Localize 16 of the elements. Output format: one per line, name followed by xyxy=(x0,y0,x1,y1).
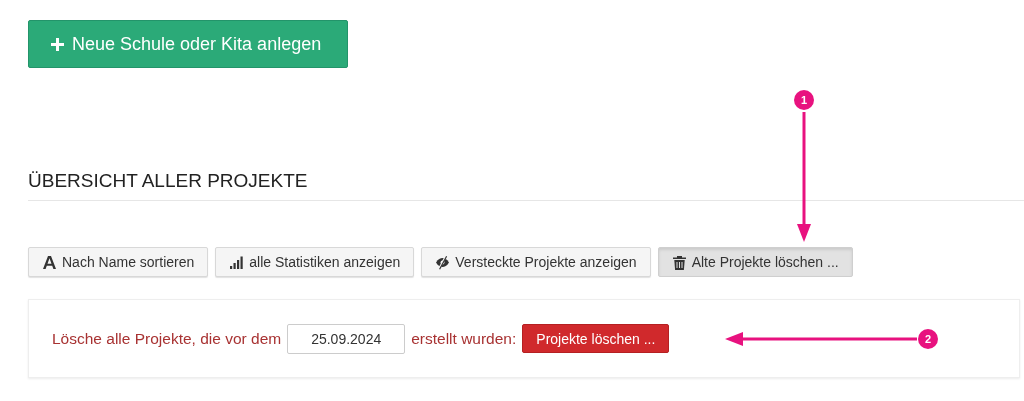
toolbar-button[interactable]: Nach Name sortieren xyxy=(28,247,209,277)
panel-text: Lösche alle Projekte, die vor dem xyxy=(52,329,282,348)
section-title: ÜBERSICHT ALLER PROJEKTE xyxy=(28,169,309,193)
plus-icon xyxy=(51,37,64,51)
signal-bars-icon xyxy=(229,254,245,270)
panel-text: erstellt wurden: xyxy=(411,329,517,348)
date-field[interactable]: 25.09.2024 xyxy=(287,323,406,354)
step-badge: 1 xyxy=(794,90,814,110)
eye-slash-icon xyxy=(435,254,451,270)
toolbar-button[interactable]: Versteckte Projekte anzeigen xyxy=(421,247,651,277)
font-icon xyxy=(42,254,57,270)
delete-button[interactable]: Projekte löschen ... xyxy=(522,324,670,353)
toolbar-button[interactable]: Alte Projekte löschen ... xyxy=(657,247,853,277)
toolbar-button[interactable]: alle Statistiken anzeigen xyxy=(215,247,415,277)
step-badge: 2 xyxy=(918,329,938,349)
trash-icon xyxy=(671,254,687,270)
